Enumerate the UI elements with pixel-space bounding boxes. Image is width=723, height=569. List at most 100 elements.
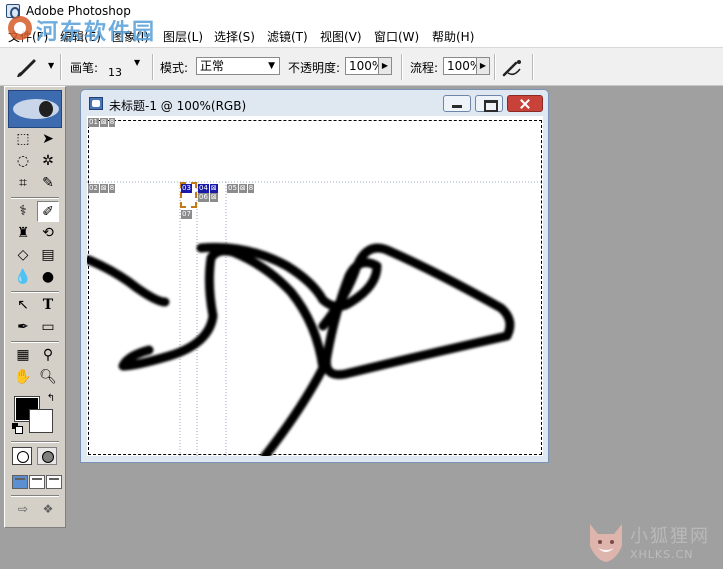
quick-mask-mode-button[interactable] [37, 447, 57, 465]
toolbox-header-eye-logo[interactable] [8, 90, 62, 128]
dodge-tool-icon[interactable]: ● [37, 267, 59, 288]
options-separator [401, 54, 403, 80]
airbrush-icon[interactable] [498, 57, 526, 79]
menu-view[interactable]: 视图(V) [320, 28, 362, 45]
slice-number: 03 [181, 184, 192, 193]
notes-tool-icon[interactable]: ▦ [12, 345, 34, 366]
toolbox-separator [11, 441, 59, 443]
brush-size-value[interactable]: 13 [108, 66, 122, 79]
menu-select[interactable]: 选择(S) [214, 28, 255, 45]
toolbox-separator [11, 291, 59, 293]
document-icon [89, 97, 103, 110]
slice-number: 04 [198, 184, 209, 193]
canvas-drawing [87, 181, 543, 456]
standard-mode-button[interactable] [12, 447, 32, 465]
options-separator [494, 54, 496, 80]
slice-link-icon: 8 [108, 118, 116, 127]
opacity-slider-button[interactable]: ▶ [378, 57, 392, 75]
eyedropper-tool-icon[interactable]: ⚲ [37, 345, 59, 366]
brush-picker-dropdown-icon[interactable]: ▼ [134, 58, 140, 67]
menu-help[interactable]: 帮助(H) [432, 28, 474, 45]
slice-link-icon: 8 [108, 184, 116, 193]
brush-label: 画笔: [70, 61, 99, 75]
slice-label[interactable]: 06 ⊠ [198, 193, 219, 202]
menu-window[interactable]: 窗口(W) [374, 28, 419, 45]
slice-label[interactable]: 01 ⊠ 8 [88, 118, 116, 127]
slice-tool-icon[interactable]: ✎ [37, 173, 59, 194]
zoom-tool-icon[interactable]: 🔍︎ [37, 367, 59, 388]
document-canvas[interactable]: 01 ⊠ 8 02 ⊠ 8 03 04 ⊠ 05 ⊠ 8 06 ⊠ 07 [87, 116, 543, 456]
app-title: Adobe Photoshop [26, 4, 131, 18]
options-separator [60, 54, 62, 80]
pen-tool-icon[interactable]: ✒ [12, 317, 34, 338]
slice-label[interactable]: 07 [181, 210, 193, 219]
flow-input[interactable]: 100% [443, 57, 477, 75]
tool-preset-dropdown-icon[interactable]: ▼ [48, 61, 54, 70]
document-titlebar[interactable]: 未标题-1 @ 100%(RGB) [81, 90, 548, 116]
opacity-label: 不透明度: [288, 61, 341, 75]
slice-link-icon: 8 [247, 184, 255, 193]
menu-file[interactable]: 文件(F) [8, 28, 48, 45]
document-window: 未标题-1 @ 100%(RGB) 01 ⊠ 8 02 ⊠ 8 03 04 ⊠ … [80, 89, 549, 463]
clone-stamp-tool-icon[interactable]: ♜ [12, 223, 34, 244]
menu-bar: 文件(F) 编辑(E) 图象(I) 图层(L) 选择(S) 滤镜(T) 视图(V… [0, 22, 723, 48]
slice-number: 07 [181, 210, 192, 219]
move-tool-icon[interactable]: ➤ [37, 129, 59, 150]
magic-wand-tool-icon[interactable]: ✲ [37, 151, 59, 172]
brush-tool-preset-icon[interactable] [14, 57, 42, 79]
mode-label: 模式: [160, 61, 189, 75]
menu-filter[interactable]: 滤镜(T) [267, 28, 308, 45]
marquee-tool-icon[interactable]: ⬚ [12, 129, 34, 150]
swap-colors-icon[interactable]: ↰ [45, 393, 57, 405]
options-separator [532, 54, 534, 80]
default-colors-icon[interactable] [12, 423, 23, 434]
blur-tool-icon[interactable]: 💧 [12, 267, 34, 288]
app-titlebar: Adobe Photoshop [0, 0, 723, 22]
path-selection-tool-icon[interactable]: ↖ [12, 295, 34, 316]
full-screen-menu-mode-button[interactable] [29, 475, 45, 489]
watermark-site-name: 小狐狸网 [630, 526, 710, 547]
history-brush-tool-icon[interactable]: ⟲ [37, 223, 59, 244]
background-color-swatch[interactable] [29, 409, 53, 433]
close-button[interactable] [507, 95, 543, 112]
slice-number: 06 [198, 193, 209, 202]
shape-tool-icon[interactable]: ▭ [37, 317, 59, 338]
gradient-tool-icon[interactable]: ▤ [37, 245, 59, 266]
slice-label[interactable]: 05 ⊠ 8 [227, 184, 255, 193]
eraser-tool-icon[interactable]: ◇ [12, 245, 34, 266]
blend-mode-select[interactable]: 正常 ▼ [196, 57, 280, 75]
brush-stroke [87, 255, 170, 307]
slice-number: 05 [227, 184, 238, 193]
fox-logo-icon [590, 524, 622, 562]
document-title: 未标题-1 @ 100%(RGB) [109, 99, 247, 113]
slice-image-icon: ⊠ [209, 184, 218, 193]
full-screen-mode-button[interactable] [46, 475, 62, 489]
brush-tool-icon[interactable]: ✐ [37, 201, 59, 222]
slice-label[interactable]: 02 ⊠ 8 [88, 184, 116, 193]
brush-stroke [196, 242, 515, 380]
maximize-button[interactable] [475, 95, 503, 112]
opacity-input[interactable]: 100% [345, 57, 379, 75]
menu-layer[interactable]: 图层(L) [163, 28, 203, 45]
flow-label: 流程: [410, 61, 439, 75]
slice-label[interactable]: 04 ⊠ [198, 184, 219, 193]
slice-label-selected[interactable]: 03 [181, 184, 193, 193]
hand-tool-icon[interactable]: ✋ [12, 367, 34, 388]
watermark-site-url: XHLKS.CN [630, 548, 694, 561]
lasso-tool-icon[interactable]: ◌ [12, 151, 34, 172]
crop-tool-icon[interactable]: ⌗ [12, 173, 34, 194]
jump-to-imageready-button[interactable]: ⇨ [12, 500, 34, 518]
menu-edit[interactable]: 编辑(E) [60, 28, 101, 45]
toolbox-separator [11, 197, 59, 199]
photoshop-app-icon [6, 4, 20, 19]
imageready-icon[interactable]: ❖ [37, 500, 59, 518]
minimize-button[interactable] [443, 95, 471, 112]
slice-image-icon: ⊠ [209, 193, 218, 202]
chevron-down-icon: ▼ [268, 61, 275, 71]
slice-image-icon: ⊠ [99, 184, 108, 193]
type-tool-icon[interactable]: T [37, 295, 59, 316]
standard-screen-mode-button[interactable] [12, 475, 28, 489]
flow-slider-button[interactable]: ▶ [476, 57, 490, 75]
menu-image[interactable]: 图象(I) [112, 28, 149, 45]
healing-brush-tool-icon[interactable]: ⚕ [12, 201, 34, 222]
